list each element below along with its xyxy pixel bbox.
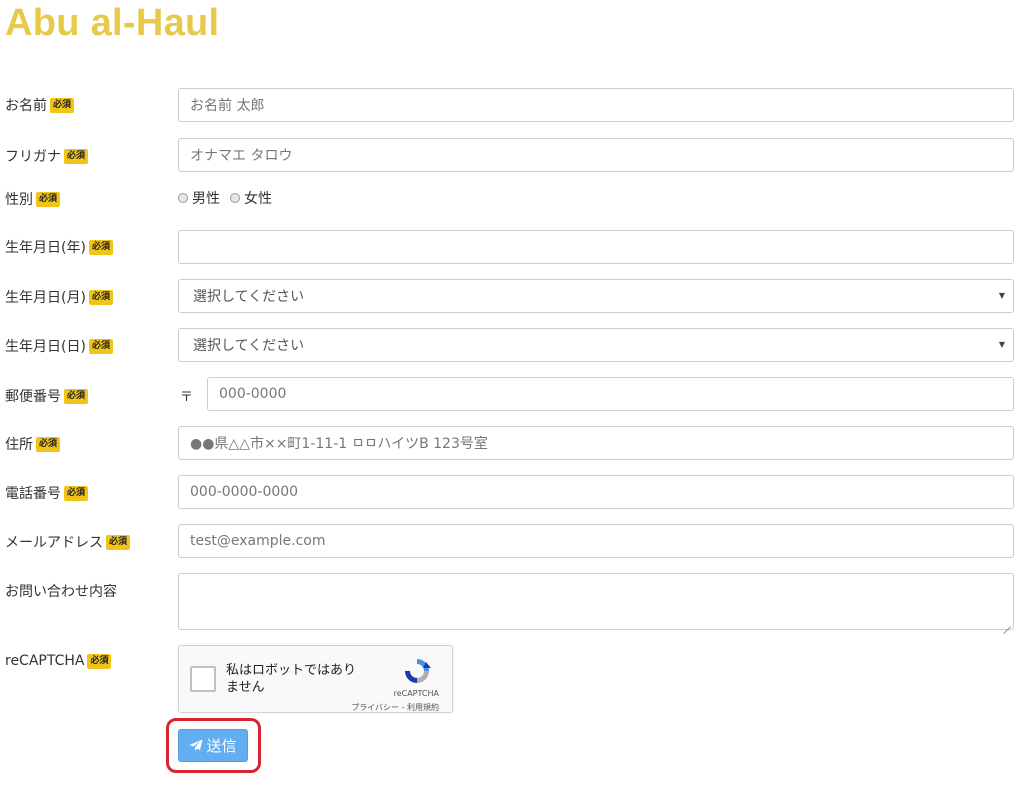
chevron-down-icon: ▼ (998, 340, 1005, 349)
address-label-text: 住所 (5, 437, 33, 453)
address-input[interactable]: ●●県△△市××町1-11-1 ㅁㅁハイツB 123号室 (178, 426, 1014, 460)
inquiry-textarea[interactable] (178, 573, 1014, 630)
email-label-text: メールアドレス (5, 535, 103, 551)
phone-placeholder: 000-0000-0000 (190, 484, 299, 500)
furigana-input[interactable]: オナマエ タロウ (178, 138, 1014, 172)
required-badge: 必須 (64, 148, 89, 164)
gender-option-female[interactable]: 女性 (230, 188, 272, 208)
address-label: 住所 必須 (5, 434, 61, 454)
required-badge: 必須 (50, 97, 75, 113)
birth-month-value: 選択してください (193, 289, 305, 305)
birth-month-select[interactable]: 選択してください ▼ (178, 279, 1014, 313)
required-badge: 必須 (88, 239, 113, 255)
gender-radio-group: 男性 女性 (178, 188, 282, 208)
recaptcha-logo-icon (405, 659, 431, 683)
name-label-text: お名前 (5, 98, 47, 114)
address-placeholder: ●●県△△市××町1-11-1 ㅁㅁハイツB 123号室 (190, 436, 488, 452)
required-badge: 必須 (106, 534, 131, 550)
zip-placeholder: 000-0000 (219, 386, 287, 402)
recaptcha-label-text: reCAPTCHA (5, 653, 85, 669)
email-label: メールアドレス 必須 (5, 532, 131, 552)
required-badge: 必須 (88, 289, 113, 305)
required-badge: 必須 (64, 485, 89, 501)
required-badge: 必須 (36, 436, 61, 452)
birth-month-label-text: 生年月日(月) (5, 290, 86, 306)
gender-label-text: 性別 (5, 192, 33, 208)
recaptcha-label: reCAPTCHA 必須 (5, 653, 112, 669)
required-badge: 必須 (36, 191, 61, 207)
gender-male-label: 男性 (192, 191, 220, 207)
gender-option-male[interactable]: 男性 (178, 188, 220, 208)
recaptcha-privacy-terms-links[interactable]: プライバシー - 利用規約 (351, 702, 439, 713)
resize-handle-icon[interactable] (1003, 619, 1011, 627)
birth-month-label: 生年月日(月) 必須 (5, 287, 113, 307)
birth-day-value: 選択してください (193, 338, 305, 354)
inquiry-label-text: お問い合わせ内容 (5, 584, 117, 600)
radio-male[interactable] (178, 193, 188, 203)
birth-year-label-text: 生年月日(年) (5, 240, 86, 256)
name-input[interactable]: お名前 太郎 (178, 88, 1014, 122)
birth-year-label: 生年月日(年) 必須 (5, 237, 113, 257)
phone-input[interactable]: 000-0000-0000 (178, 475, 1014, 509)
birth-year-input[interactable] (178, 230, 1014, 264)
birth-day-label-text: 生年月日(日) (5, 339, 86, 355)
furigana-label: フリガナ 必須 (5, 146, 89, 166)
zip-label: 郵便番号 必須 (5, 386, 89, 406)
furigana-placeholder: オナマエ タロウ (190, 148, 293, 164)
recaptcha-checkbox-text: 私はロボットではありません (226, 663, 357, 695)
phone-label: 電話番号 必須 (5, 483, 89, 503)
recaptcha-checkbox[interactable] (190, 666, 216, 692)
furigana-label-text: フリガナ (5, 149, 61, 165)
chevron-down-icon: ▼ (998, 291, 1005, 300)
required-badge: 必須 (88, 338, 113, 354)
radio-female[interactable] (230, 193, 240, 203)
gender-female-label: 女性 (244, 191, 272, 207)
phone-label-text: 電話番号 (5, 486, 61, 502)
gender-label: 性別 必須 (5, 189, 61, 209)
submit-button[interactable]: 送信 (178, 729, 248, 762)
recaptcha-widget: 私はロボットではありません reCAPTCHA プライバシー - 利用規約 (178, 645, 453, 713)
zip-input[interactable]: 000-0000 (207, 377, 1014, 411)
postal-mark: 〒 (180, 390, 194, 405)
required-badge: 必須 (64, 388, 89, 404)
birth-day-label: 生年月日(日) 必須 (5, 336, 113, 356)
email-placeholder: test@example.com (190, 533, 326, 549)
submit-label: 送信 (206, 737, 237, 755)
site-title: Abu al-Haul (5, 2, 220, 44)
birth-day-select[interactable]: 選択してください ▼ (178, 328, 1014, 362)
required-badge: 必須 (87, 653, 112, 669)
inquiry-label: お問い合わせ内容 (5, 581, 117, 601)
recaptcha-brand: reCAPTCHA (393, 689, 439, 698)
zip-label-text: 郵便番号 (5, 389, 61, 405)
email-input[interactable]: test@example.com (178, 524, 1014, 558)
name-placeholder: お名前 太郎 (190, 98, 265, 114)
paper-plane-icon (189, 739, 203, 751)
name-label: お名前 必須 (5, 95, 75, 115)
